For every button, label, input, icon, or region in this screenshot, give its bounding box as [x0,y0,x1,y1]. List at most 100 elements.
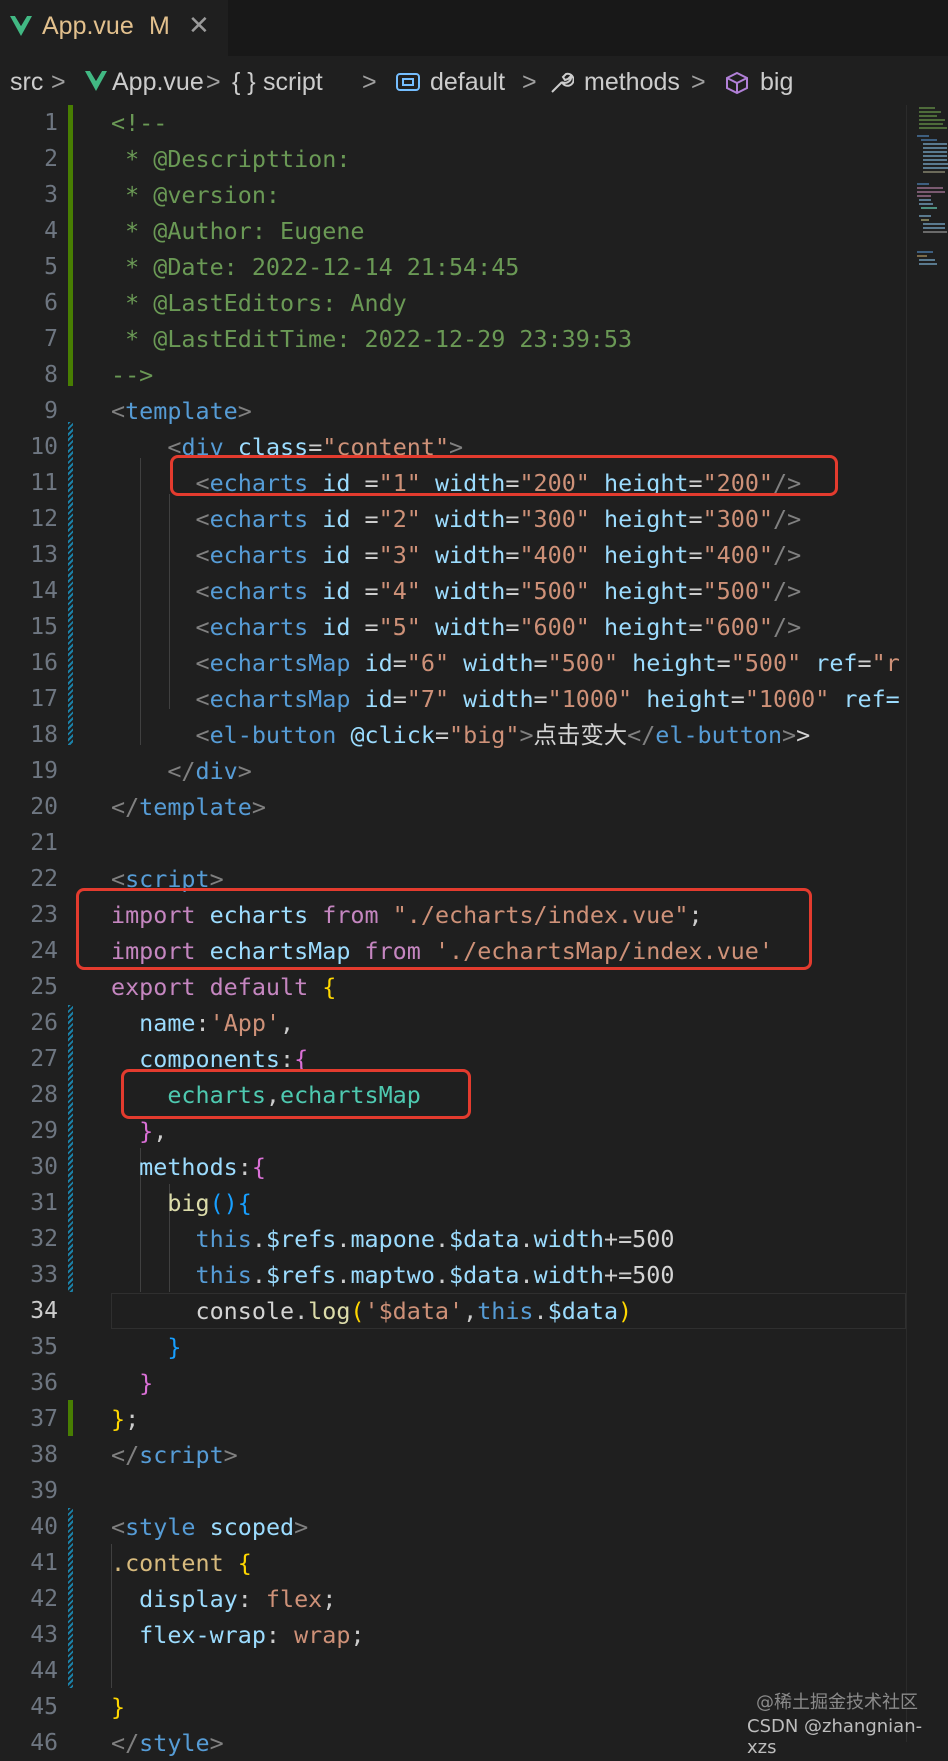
tab-bar: App.vue M ✕ [0,0,948,56]
code-line: 37 }; [0,1401,948,1437]
line-content: <!-- [111,105,167,141]
code-line: 13 <echarts id ="3" width="400" height="… [0,537,948,573]
comment-text: * @LastEditors: Andy [111,289,407,317]
breadcrumb-script[interactable]: script [263,68,323,97]
code-line: 41 .content { [0,1545,948,1581]
string-literal: "500" [547,649,619,677]
line-number: 37 [30,1406,58,1432]
string-literal: "7" [406,685,450,713]
comment-text: * @Date: 2022-12-14 21:54:45 [111,253,520,281]
line-number: 3 [44,182,58,208]
line-number: 45 [30,1694,58,1720]
breadcrumb: src > App.vue > { } script > default > m… [0,56,948,110]
line-content: <style scoped> [111,1513,309,1541]
comment-text: * @Descripttion: [111,145,351,173]
close-icon[interactable]: ✕ [188,10,210,41]
line-content: flex-wrap: wrap; [139,1621,365,1649]
line-content: this.$refs.maptwo.$data.width+=500 [195,1261,675,1289]
comment-text: <!-- [111,109,168,137]
symbol-module-icon [396,73,420,91]
string-literal: "r [871,649,900,677]
line-content: methods:{ [139,1153,266,1181]
line-content: <echarts id ="3" width="400" height="400… [195,541,802,569]
line-number: 41 [30,1550,58,1576]
breadcrumb-methods[interactable]: methods [584,68,680,97]
code-line: 44 [0,1653,948,1689]
chevron-right-icon: > [691,68,706,96]
minimap[interactable] [906,105,948,1742]
breadcrumb-big[interactable]: big [760,68,793,97]
breadcrumb-default[interactable]: default [430,68,505,97]
vue-icon [85,71,107,91]
line-content: </template> [111,793,266,821]
code-line: 40 <style scoped> [0,1509,948,1545]
line-content: export default { [111,973,337,1001]
line-number: 11 [30,470,58,496]
line-content: name:'App', [139,1009,295,1037]
line-content: <echarts id ="2" width="300" height="300… [195,505,802,533]
line-content: } [139,1369,154,1397]
line-content: * @Date: 2022-12-14 21:54:45 [111,249,519,285]
code-line: 36 } [0,1365,948,1401]
string-literal: "6" [406,649,450,677]
line-number: 18 [30,722,58,748]
cube-icon [726,71,748,95]
line-content: </div> [167,757,252,785]
braces-icon: { } [232,68,256,96]
line-content: </script> [111,1441,238,1469]
line-number: 17 [30,686,58,712]
code-line: 12 <echarts id ="2" width="300" height="… [0,501,948,537]
tab-filename: App.vue [42,12,134,40]
string-literal: "2" [378,505,421,533]
line-content: * @LastEditors: Andy [111,285,407,321]
line-number: 21 [30,830,58,856]
line-number: 1 [44,110,58,136]
code-line: 15 <echarts id ="5" width="600" height="… [0,609,948,645]
code-line: 2 * @Descripttion: [0,141,948,177]
code-line: 1 <!-- [0,105,948,141]
line-number: 6 [44,290,58,316]
line-number: 34 [30,1298,58,1324]
line-number: 25 [30,974,58,1000]
code-line-current: 34 console.log('$data',this.$data) [0,1293,948,1329]
line-number: 10 [30,434,58,460]
line-content: * @Author: Eugene [111,213,364,249]
line-number: 20 [30,794,58,820]
line-number: 43 [30,1622,58,1648]
string-literal: "400" [702,541,773,569]
comment-text: * @LastEditTime: 2022-12-29 23:39:53 [111,325,633,353]
ref-name: mapone [350,1225,435,1253]
code-editor[interactable]: 1 <!-- 2 * @Descripttion: 3 * @version: … [0,105,948,1757]
line-content: --> [111,357,153,393]
line-number: 12 [30,506,58,532]
breadcrumb-src[interactable]: src [10,68,43,97]
line-number: 14 [30,578,58,604]
code-line: 42 display: flex; [0,1581,948,1617]
line-content: .content { [111,1549,252,1577]
line-content: } [167,1333,182,1361]
string-literal: "1000" [547,685,633,713]
code-line: 38 </script> [0,1437,948,1473]
code-line: 14 <echarts id ="4" width="500" height="… [0,573,948,609]
breadcrumb-file[interactable]: App.vue [112,68,204,97]
line-number: 40 [30,1514,58,1540]
string-literal: "300" [519,505,590,533]
code-line: 39 [0,1473,948,1509]
line-content: console.log('$data',this.$data) [195,1297,633,1325]
code-line: 26 name:'App', [0,1005,948,1041]
wrench-icon [551,72,574,93]
line-number: 16 [30,650,58,676]
code-line: 17 <echartsMap id="7" width="1000" heigh… [0,681,948,717]
line-number: 33 [30,1262,58,1288]
string-literal: "300" [702,505,773,533]
line-number: 23 [30,902,58,928]
chevron-right-icon: > [522,68,537,96]
tab-app-vue[interactable]: App.vue M ✕ [0,0,228,56]
string-literal: 'App' [209,1009,281,1037]
line-content: <echarts id ="5" width="600" height="600… [195,613,802,641]
line-number: 2 [44,146,58,172]
line-number: 44 [30,1658,58,1684]
line-number: 13 [30,542,58,568]
line-number: 9 [44,398,58,424]
comment-text: --> [111,361,154,389]
